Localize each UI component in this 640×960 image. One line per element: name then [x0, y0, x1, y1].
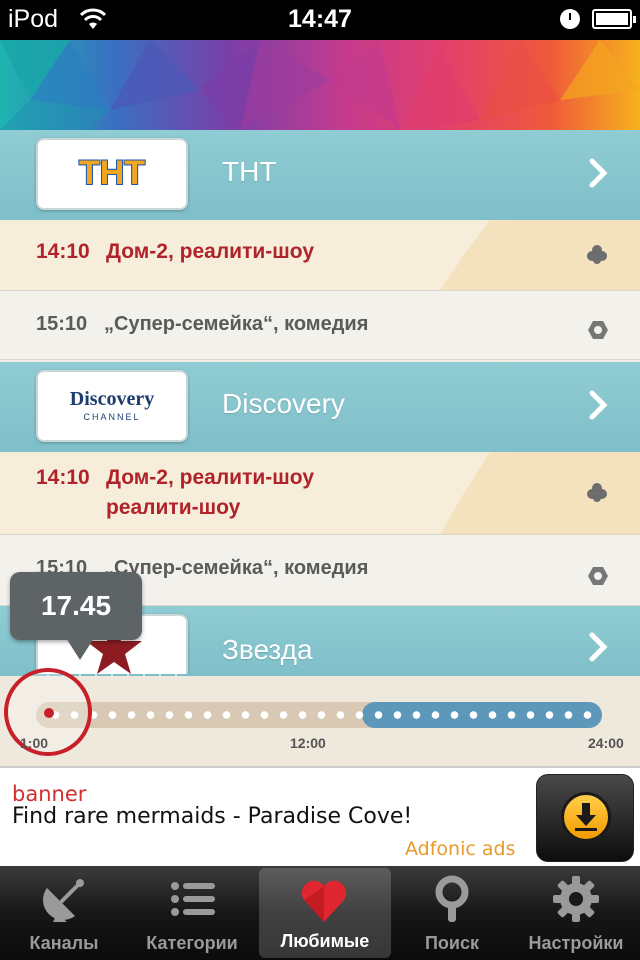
slider-mid-label: 12:00: [290, 735, 326, 751]
slider-start-label: 1:00: [20, 735, 49, 751]
battery-icon: [592, 9, 636, 29]
ad-download-button[interactable]: [536, 774, 634, 862]
hex-nut-icon[interactable]: [588, 321, 608, 339]
chevron-right-icon: [589, 390, 608, 420]
slider-track[interactable]: [36, 702, 602, 728]
program-time: 14:10: [36, 240, 90, 263]
ad-source: Adfonic ads: [405, 838, 516, 860]
program-title: „Супер-семейка“, комедия: [104, 557, 369, 579]
program-title-line2: реалити-шоу: [106, 496, 241, 519]
hex-nut-icon[interactable]: [588, 567, 608, 585]
tab-favorites[interactable]: Любимые: [259, 868, 391, 958]
ad-text[interactable]: Find rare mermaids - Paradise Cove!: [12, 804, 412, 829]
chevron-right-icon: [589, 632, 608, 662]
channel-header-discovery[interactable]: Discovery CHANNEL Discovery: [0, 362, 640, 460]
tab-label: Каналы: [29, 933, 99, 953]
heart-icon: [301, 880, 347, 922]
program-title: Дом-2, реалити-шоу: [106, 240, 315, 263]
tab-label: Категории: [146, 933, 238, 953]
tab-settings[interactable]: Настройки: [512, 866, 640, 960]
slider-end-label: 24:00: [588, 735, 624, 751]
channel-logo-tnt: ТНТ: [36, 138, 188, 210]
program-current[interactable]: 14:10 Дом-2, реалити-шоу: [0, 220, 640, 290]
discovery-logo-text: Discovery: [69, 388, 155, 410]
ad-banner[interactable]: banner Find rare mermaids - Paradise Cov…: [0, 766, 640, 866]
current-time-marker: [44, 708, 54, 718]
tab-label: Любимые: [280, 931, 370, 951]
program-time: 14:10: [36, 466, 90, 489]
program-time: 15:10: [36, 313, 88, 335]
download-arrow-icon: [561, 792, 611, 842]
magnifier-icon: [435, 875, 469, 922]
channel-name: ТНТ: [222, 156, 277, 187]
list-icon: [171, 882, 215, 916]
channel-name: Звезда: [222, 634, 313, 665]
tab-label: Настройки: [528, 933, 624, 953]
clock-time: 14:47: [288, 5, 352, 33]
program-title: Дом-2, реалити-шоу: [106, 466, 315, 489]
tab-bar: Каналы Категории Любимые Поиск Настройки: [0, 866, 640, 960]
discovery-logo-subtext: CHANNEL: [83, 412, 141, 422]
program-next[interactable]: 15:10 „Супер-семейка“, комедия: [0, 290, 640, 360]
program-title: „Супер-семейка“, комедия: [104, 313, 369, 335]
channel-name: Discovery: [222, 388, 345, 419]
ad-label: banner: [12, 782, 87, 806]
satellite-dish-icon: [42, 879, 84, 922]
tooltip-time: 17.45: [40, 590, 112, 621]
reminder-flower-icon[interactable]: [586, 244, 608, 266]
time-slider[interactable]: [0, 676, 640, 766]
status-bar: iPod 14:47: [0, 0, 640, 40]
tab-channels[interactable]: Каналы: [0, 866, 128, 960]
channel-header-tnt[interactable]: ТНТ ТНТ: [0, 130, 640, 228]
tab-search[interactable]: Поиск: [392, 866, 512, 960]
battery-fill: [596, 13, 628, 25]
channel-logo-discovery: Discovery CHANNEL: [36, 370, 188, 442]
chevron-right-icon: [589, 158, 608, 188]
program-current[interactable]: 14:10 Дом-2, реалити-шоу реалити-шоу: [0, 452, 640, 534]
polygon-pattern: [0, 40, 640, 130]
slider-dots: [46, 711, 596, 719]
alarm-clock-icon: [560, 9, 580, 29]
gear-icon: [553, 876, 599, 922]
tab-label: Поиск: [424, 933, 480, 953]
tab-categories[interactable]: Категории: [128, 866, 256, 960]
header-banner: [0, 40, 640, 130]
reminder-flower-icon[interactable]: [586, 482, 608, 504]
tnt-logo-text: ТНТ: [78, 154, 146, 192]
time-tooltip: 17.45: [10, 572, 142, 660]
